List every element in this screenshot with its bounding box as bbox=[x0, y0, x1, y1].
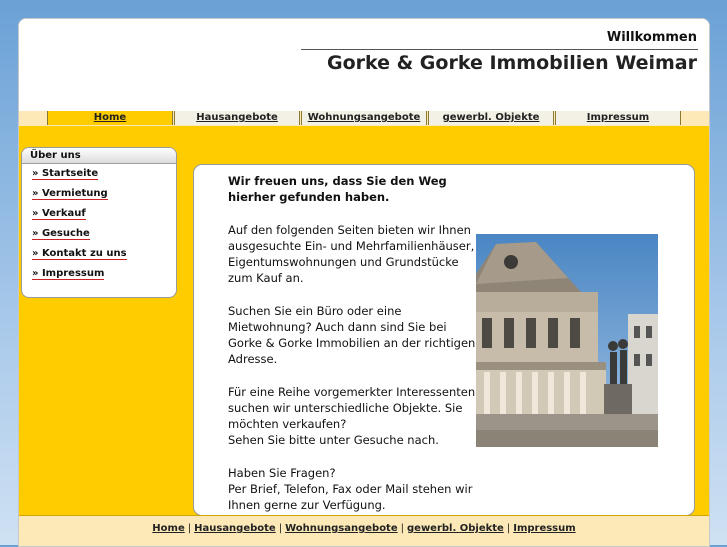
nav-home[interactable]: Home bbox=[47, 111, 173, 125]
lead-text: Wir freuen uns, dass Sie den Weg hierher… bbox=[228, 174, 447, 205]
footer-link-hausangebote[interactable]: Hausangebote bbox=[194, 523, 276, 534]
paragraph-requests: Für eine Reihe vorgemerkter Interessente… bbox=[228, 384, 478, 449]
sidebar-item-label[interactable]: » Kontakt zu uns bbox=[32, 248, 127, 260]
paragraph-contact-a: Haben Sie Fragen? bbox=[228, 465, 336, 480]
page-container: Willkommen Gorke & Gorke Immobilien Weim… bbox=[18, 18, 710, 547]
footer-link-impressum[interactable]: Impressum bbox=[513, 523, 575, 534]
sidebar-item-kontakt[interactable]: » Kontakt zu uns bbox=[22, 244, 176, 264]
main-area: Über uns » Startseite » Vermietung » Ver… bbox=[19, 126, 709, 516]
footer-link-home[interactable]: Home bbox=[152, 523, 184, 534]
footer: Home | Hausangebote | Wohnungsangebote | gewer… bbox=[19, 515, 709, 546]
theatre-building-photo bbox=[476, 234, 658, 447]
sidebar-item-startseite[interactable]: » Startseite bbox=[22, 164, 176, 184]
paragraph-offers: Auf den folgenden Seiten bieten wir Ihne… bbox=[228, 222, 475, 286]
content-box: Wir freuen uns, dass Sie den Weg hierher… bbox=[193, 164, 695, 516]
sidebar: Über uns » Startseite » Vermietung » Ver… bbox=[21, 147, 177, 298]
footer-separator: | bbox=[278, 523, 283, 534]
sidebar-item-label[interactable]: » Impressum bbox=[32, 268, 105, 280]
footer-link-wohnungsangebote[interactable]: Wohnungsangebote bbox=[285, 523, 398, 534]
paragraph-office: Suchen Sie ein Büro oder eine Mietwohnun… bbox=[228, 303, 476, 367]
paragraph-contact: Haben Sie Fragen? Per Brief, Telefon, Fax… bbox=[228, 465, 478, 514]
sidebar-item-verkauf[interactable]: » Verkauf bbox=[22, 204, 176, 224]
sidebar-item-label[interactable]: » Startseite bbox=[32, 168, 99, 180]
welcome-text: Willkommen bbox=[606, 30, 697, 45]
footer-separator: | bbox=[400, 523, 404, 534]
paragraph-requests-a: Für eine Reihe vorgemerkter Interessente… bbox=[228, 384, 476, 431]
paragraph-requests-b: Sehen Sie bitte unter Gesuche nach. bbox=[228, 433, 439, 448]
sidebar-item-gesuche[interactable]: » Gesuche bbox=[22, 224, 176, 244]
nav-gewerbl-objekte[interactable]: gewerbl. Objekte bbox=[428, 111, 554, 125]
sidebar-item-impressum[interactable]: » Impressum bbox=[22, 264, 176, 284]
header: Willkommen Gorke & Gorke Immobilien Weim… bbox=[19, 19, 709, 111]
paragraph-contact-b: Per Brief, Telefon, Fax oder Mail stehen… bbox=[228, 481, 473, 512]
footer-link-gewerbl-objekte[interactable]: gewerbl. Objekte bbox=[407, 523, 504, 534]
sidebar-item-vermietung[interactable]: » Vermietung bbox=[22, 184, 176, 204]
content-text: Wir freuen uns, dass Sie den Weg hierher… bbox=[228, 173, 478, 529]
sidebar-item-label[interactable]: » Vermietung bbox=[32, 188, 108, 200]
footer-links: Home | Hausangebote | Wohnungsangebote | gewer… bbox=[19, 522, 709, 536]
nav-wohnungsangebote[interactable]: Wohnungsangebote bbox=[301, 111, 427, 125]
sidebar-item-label[interactable]: » Verkauf bbox=[32, 208, 86, 220]
site-title: Gorke & Gorke Immobilien Weimar bbox=[326, 52, 697, 74]
nav-impressum[interactable]: Impressum bbox=[555, 111, 681, 125]
header-divider bbox=[301, 49, 698, 50]
sidebar-item-label[interactable]: » Gesuche bbox=[32, 228, 90, 240]
top-navigation: Home Hausangebote Wohnungsangebote gewer… bbox=[19, 111, 709, 127]
sidebar-heading: Über uns bbox=[22, 148, 176, 164]
footer-separator: | bbox=[187, 523, 192, 534]
nav-hausangebote[interactable]: Hausangebote bbox=[174, 111, 300, 125]
footer-separator: | bbox=[506, 523, 511, 534]
